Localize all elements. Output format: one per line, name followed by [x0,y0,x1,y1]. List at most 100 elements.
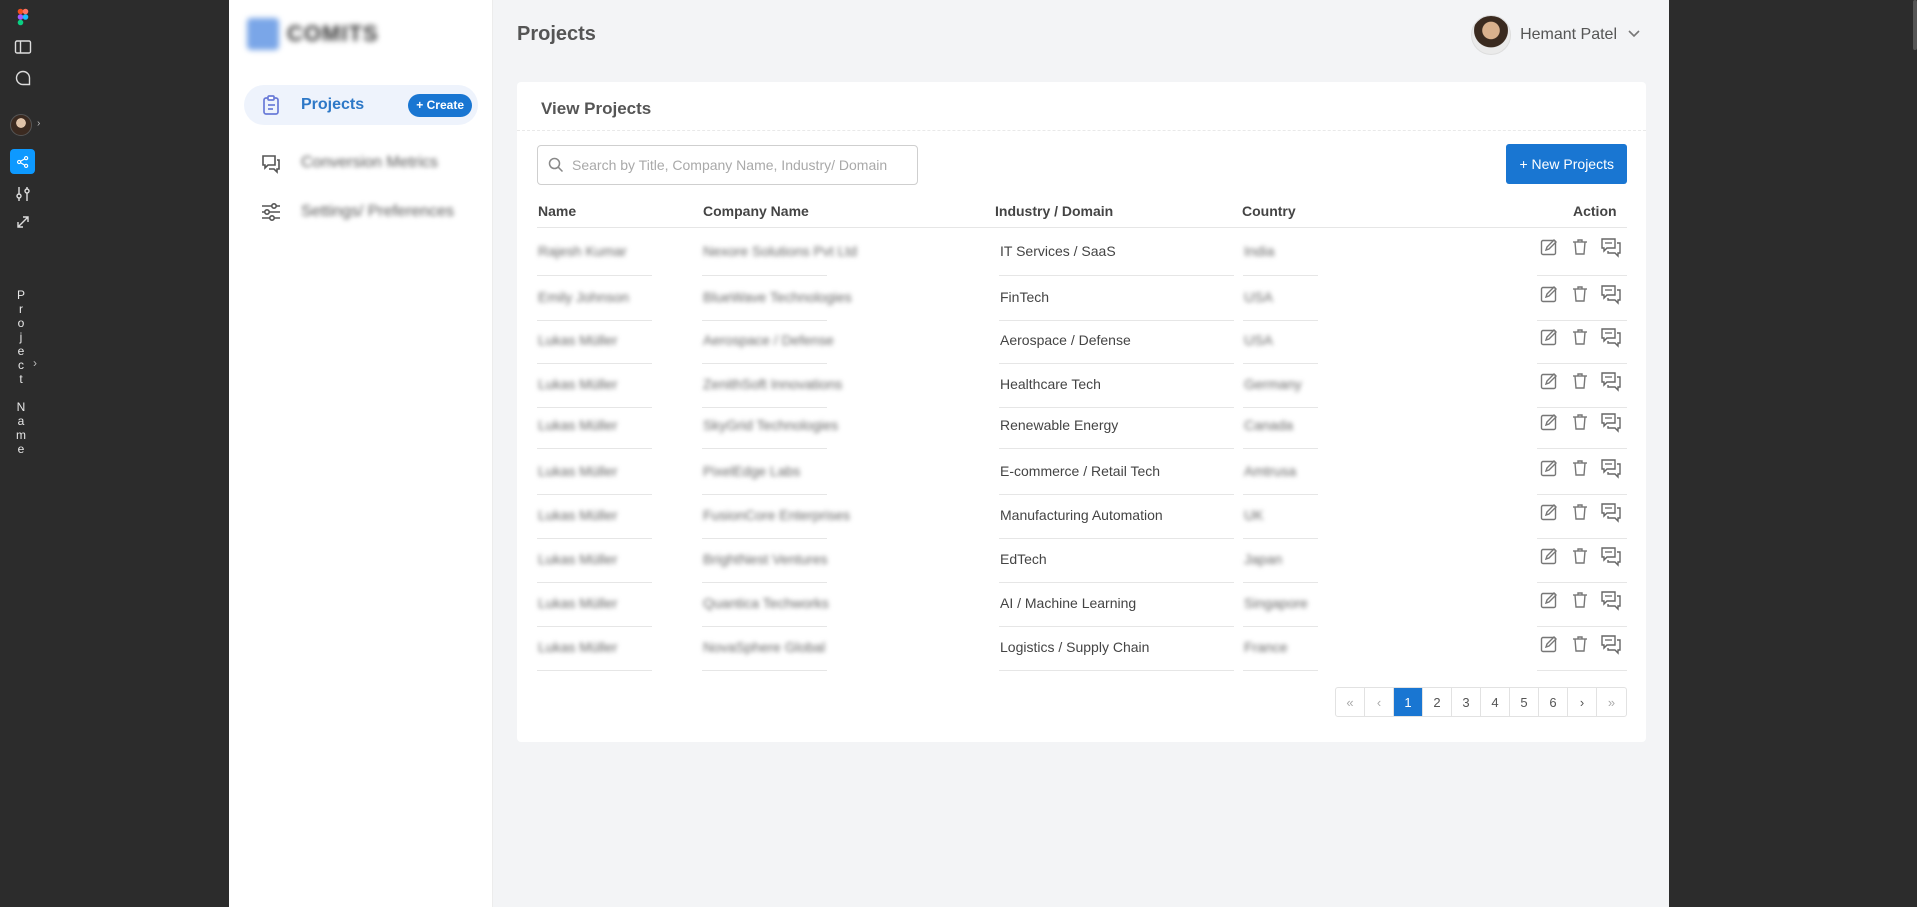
page-4-button[interactable]: 4 [1481,688,1510,716]
comments-icon[interactable] [1600,501,1622,523]
edit-icon[interactable] [1538,236,1560,258]
edit-icon[interactable] [1538,457,1560,479]
trash-icon[interactable] [1569,283,1591,305]
cell-name: Lukas Müller [538,551,618,567]
table-row[interactable]: Rajesh Kumar Nexore Solutions Pvt Ltd IT S… [537,228,1627,276]
first-page-button[interactable]: « [1336,688,1365,716]
create-project-button[interactable]: + Create [408,94,472,117]
trash-icon[interactable] [1569,326,1591,348]
sidebar-item-conversion-metrics[interactable]: Conversion Metrics [244,143,478,183]
adjust-icon[interactable] [12,183,34,205]
user-name[interactable]: Hemant Patel [1520,26,1617,44]
cell-company: SkyGrid Technologies [703,417,839,433]
chevron-right-icon[interactable]: › [33,356,37,370]
page-2-button[interactable]: 2 [1423,688,1452,716]
comments-icon[interactable] [1600,411,1622,433]
column-header-country[interactable]: Country [1242,203,1296,219]
edit-icon[interactable] [1538,633,1560,655]
sidebar-item-projects[interactable]: Projects + Create [244,85,478,125]
row-divider [1243,448,1318,449]
expand-icon[interactable] [12,211,34,233]
comments-icon[interactable] [1600,457,1622,479]
table-row[interactable]: Lukas Müller Aerospace / Defense Aerospace… [537,320,1627,364]
chevron-right-icon[interactable]: › [37,118,40,129]
sidebar-item-label: Settings/ Preferences [301,203,454,220]
edit-icon[interactable] [1538,370,1560,392]
page-3-button[interactable]: 3 [1452,688,1481,716]
row-actions [1538,236,1622,258]
column-header-name[interactable]: Name [538,203,576,219]
next-page-button[interactable]: › [1568,688,1597,716]
cell-name: Lukas Müller [538,376,618,392]
page-6-button[interactable]: 6 [1539,688,1568,716]
cell-company: Quantica Techworks [703,595,829,611]
cell-industry: Renewable Energy [1000,417,1119,433]
vertical-label-char: m [16,428,26,442]
column-header-company[interactable]: Company Name [703,203,809,219]
search-input[interactable] [572,146,912,184]
sidebar-item-settings[interactable]: Settings/ Preferences [244,192,478,232]
table-header: Name Company Name Industry / Domain Coun… [537,198,1627,228]
table-row[interactable]: Lukas Müller Quantica Techworks AI / Machi… [537,583,1627,627]
comments-icon[interactable] [1600,326,1622,348]
cell-industry: FinTech [1000,289,1050,305]
comments-icon[interactable] [1600,545,1622,567]
cell-country: Japan [1244,551,1283,567]
comments-icon[interactable] [1600,589,1622,611]
cell-industry: E-commerce / Retail Tech [1000,463,1161,479]
trash-icon[interactable] [1569,633,1591,655]
comments-icon[interactable] [1600,633,1622,655]
vertical-label-char: j [19,330,23,344]
avatar[interactable] [10,114,32,136]
comments-icon[interactable] [1600,370,1622,392]
figma-toolbar: › Project Name › [0,0,47,907]
trash-icon[interactable] [1569,545,1591,567]
comments-icon[interactable] [1600,283,1622,305]
comments-icon[interactable] [1600,236,1622,258]
logo-text: COMITS [287,21,379,46]
trash-icon[interactable] [1569,411,1591,433]
edit-icon[interactable] [1538,501,1560,523]
comment-icon[interactable] [12,67,34,89]
scrollbar[interactable] [1913,0,1917,50]
avatar[interactable] [1471,15,1512,55]
clipboard-icon [259,93,283,117]
column-header-industry[interactable]: Industry / Domain [995,203,1113,219]
search-box[interactable] [537,145,918,185]
user-menu[interactable]: Hemant Patel [1471,15,1641,55]
table-row[interactable]: Lukas Müller PixelEdge Labs E-commerce / R… [537,451,1627,495]
prev-page-button[interactable]: ‹ [1365,688,1394,716]
table-row[interactable]: Lukas Müller FusionCore Enterprises Manufa… [537,495,1627,539]
page-1-button[interactable]: 1 [1394,688,1423,716]
table-row[interactable]: Lukas Müller ZenithSoft Innovations Health… [537,364,1627,408]
row-divider [999,275,1234,276]
vertical-label-char: N [16,400,26,414]
edit-icon[interactable] [1538,589,1560,611]
last-page-button[interactable]: » [1597,688,1626,716]
chevron-down-icon[interactable] [1627,26,1641,45]
trash-icon[interactable] [1569,589,1591,611]
table-row[interactable]: Lukas Müller SkyGrid Technologies Renewabl… [537,405,1627,449]
search-icon [548,157,564,178]
edit-icon[interactable] [1538,326,1560,348]
table-row[interactable]: Lukas Müller BrightNest Ventures EdTech Jap… [537,539,1627,583]
trash-icon[interactable] [1569,457,1591,479]
edit-icon[interactable] [1538,411,1560,433]
sidebar-toggle-icon[interactable] [12,36,34,58]
right-panel [1669,0,1917,907]
cell-country: France [1244,639,1288,655]
share-icon[interactable] [10,149,35,174]
cell-country: Canada [1244,417,1294,433]
page-5-button[interactable]: 5 [1510,688,1539,716]
trash-icon[interactable] [1569,370,1591,392]
edit-icon[interactable] [1538,283,1560,305]
trash-icon[interactable] [1569,236,1591,258]
edit-icon[interactable] [1538,545,1560,567]
new-projects-button[interactable]: + New Projects [1506,144,1627,184]
table-row[interactable]: Emily Johnson BlueWave Technologies FinTec… [537,277,1627,321]
table-row[interactable]: Lukas Müller NovaSphere Global Logistics /… [537,627,1627,671]
figma-logo-icon[interactable] [12,6,34,28]
trash-icon[interactable] [1569,501,1591,523]
cell-company: Aerospace / Defense [703,332,834,348]
row-divider [702,670,827,671]
